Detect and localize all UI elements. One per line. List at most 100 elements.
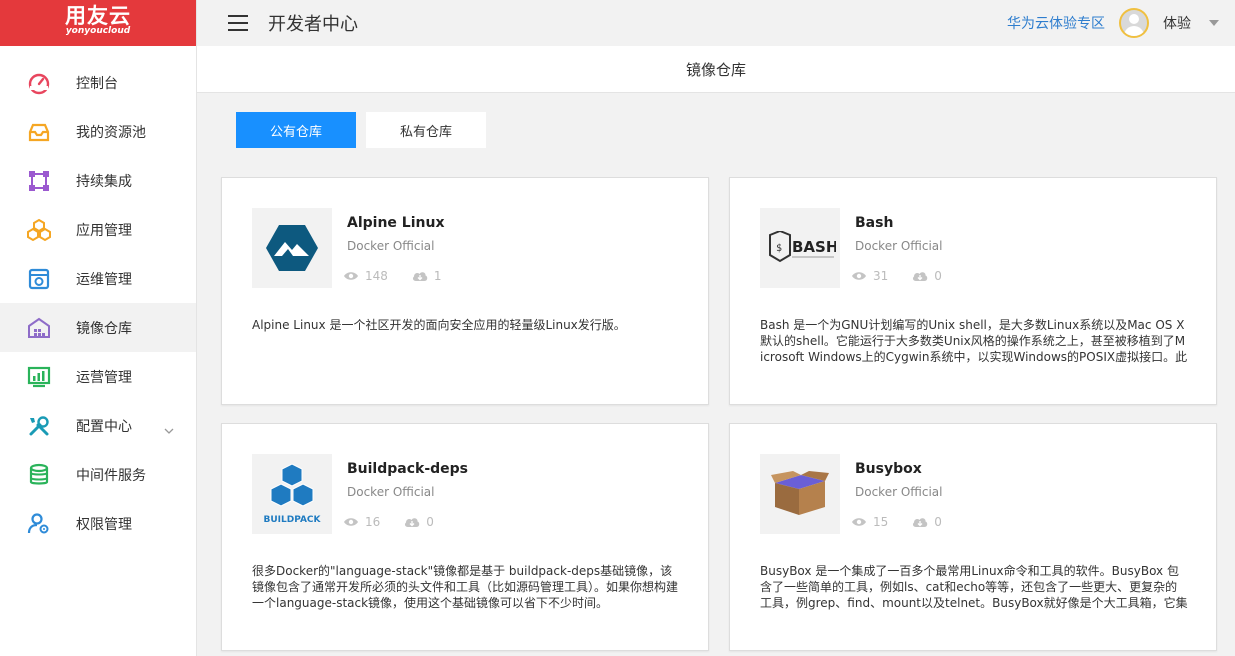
cloud-download-icon (405, 518, 420, 527)
sidebar-item-label: 我的资源池 (76, 124, 146, 141)
pipeline-icon (26, 168, 52, 194)
bash-logo-text: BASH (792, 238, 836, 256)
sidebar-item-console[interactable]: 控制台 (0, 58, 196, 107)
cloud-download-icon (412, 272, 428, 281)
downloads-count: 0 (934, 269, 942, 283)
eye-icon (344, 518, 358, 526)
brand-subname: yonyoucloud (65, 26, 131, 36)
app: 用友云 yonyoucloud 控制台 我的资源池 持续集成 应用管理 运维管理… (0, 0, 1235, 656)
views-stat: 16 (343, 515, 380, 529)
image-name: Buildpack-deps (347, 461, 469, 477)
sidebar-item-ops[interactable]: 运维管理 (0, 254, 196, 303)
views-stat: 148 (343, 269, 388, 283)
buildpack-logo-text: BUILDPACK (263, 515, 321, 525)
image-card-bash[interactable]: $ BASH Bash Docker Official 31 0 Bash 是一… (729, 177, 1217, 405)
views-count: 15 (873, 515, 889, 529)
dashboard-icon (26, 70, 52, 96)
sidebar-item-ci[interactable]: 持续集成 (0, 156, 196, 205)
downloads-stat: 1 (412, 269, 442, 283)
image-stats: 148 1 (343, 269, 466, 283)
page-header: 镜像仓库 (197, 46, 1235, 93)
sidebar-item-label: 运营管理 (76, 369, 132, 386)
eye-icon (344, 272, 358, 280)
image-org: Docker Official (347, 485, 435, 499)
tools-icon (26, 413, 52, 439)
header-right: 华为云体验专区 体验 (1007, 8, 1235, 38)
eye-icon (852, 518, 866, 526)
downloads-count: 0 (934, 515, 942, 529)
page-title: 镜像仓库 (685, 60, 746, 79)
sidebar-item-label: 镜像仓库 (76, 320, 132, 337)
views-stat: 15 (851, 515, 888, 529)
sidebar-item-label: 运维管理 (76, 271, 132, 288)
views-count: 148 (365, 269, 388, 283)
downloads-count: 1 (433, 269, 442, 283)
sidebar-item-label: 应用管理 (76, 222, 132, 239)
image-name: Alpine Linux (347, 215, 445, 231)
busybox-logo (760, 454, 840, 534)
views-stat: 31 (851, 269, 888, 283)
downloads-stat: 0 (912, 269, 942, 283)
downloads-count: 0 (426, 515, 434, 529)
downloads-stat: 0 (912, 515, 942, 529)
brand-logo[interactable]: 用友云 yonyoucloud (0, 0, 196, 46)
sidebar-item-image-repo[interactable]: 镜像仓库 (0, 303, 196, 352)
bash-logo: $ BASH (760, 208, 840, 288)
sidebar-item-label: 持续集成 (76, 173, 132, 190)
sidebar-item-label: 控制台 (76, 75, 118, 92)
image-org: Docker Official (347, 239, 435, 253)
user-name[interactable]: 体验 (1163, 13, 1191, 33)
brand-name: 用友云 (65, 4, 131, 28)
cloud-download-icon (913, 518, 928, 527)
svg-text:$: $ (776, 243, 782, 254)
sidebar-item-operations[interactable]: 运营管理 (0, 352, 196, 401)
sidebar-item-permissions[interactable]: 权限管理 (0, 499, 196, 548)
image-description: BusyBox 是一个集成了一百多个最常用Linux命令和工具的软件。BusyB… (760, 564, 1188, 610)
sidebar-item-label: 中间件服务 (76, 467, 146, 484)
sidebar-nav: 控制台 我的资源池 持续集成 应用管理 运维管理 镜像仓库 运营管理 配置中心 … (0, 58, 196, 548)
sidebar: 用友云 yonyoucloud 控制台 我的资源池 持续集成 应用管理 运维管理… (0, 0, 197, 656)
warehouse-icon (26, 315, 52, 341)
views-count: 31 (873, 269, 889, 283)
inbox-icon (26, 119, 52, 145)
huawei-zone-link[interactable]: 华为云体验专区 (1007, 13, 1105, 33)
image-org: Docker Official (855, 239, 943, 253)
chevron-down-icon[interactable] (164, 419, 174, 438)
image-description: 很多Docker的"language-stack"镜像都是基于 buildpac… (252, 564, 679, 610)
tab-private-repo[interactable]: 私有仓库 (366, 112, 486, 148)
user-settings-icon (26, 511, 52, 537)
database-icon (26, 462, 52, 488)
sidebar-item-label: 权限管理 (76, 516, 132, 533)
image-card-busybox[interactable]: Busybox Docker Official 15 0 BusyBox 是一个… (729, 423, 1217, 651)
image-stats: 16 0 (343, 515, 458, 529)
cloud-download-icon (913, 272, 928, 281)
sidebar-item-config-center[interactable]: 配置中心 (0, 401, 196, 450)
image-name: Busybox (855, 461, 922, 477)
sidebar-item-resource-pool[interactable]: 我的资源池 (0, 107, 196, 156)
image-description: Bash 是一个为GNU计划编写的Unix shell，是大多数Linux系统以… (760, 318, 1188, 364)
image-card-buildpack-deps[interactable]: BUILDPACK Buildpack-deps Docker Official… (221, 423, 709, 651)
downloads-stat: 0 (404, 515, 434, 529)
hamburger-menu-icon[interactable] (228, 15, 248, 31)
top-header: 开发者中心 华为云体验专区 体验 (197, 0, 1235, 46)
sidebar-item-label: 配置中心 (76, 418, 132, 435)
header-title: 开发者中心 (268, 14, 358, 35)
avatar[interactable] (1119, 8, 1149, 38)
repo-tabs: 公有仓库 私有仓库 (236, 112, 496, 148)
sidebar-item-middleware[interactable]: 中间件服务 (0, 450, 196, 499)
eye-icon (852, 272, 866, 280)
image-stats: 31 0 (851, 269, 966, 283)
buildpack-logo: BUILDPACK (252, 454, 332, 534)
image-card-alpine[interactable]: Alpine Linux Docker Official 148 1 Alpin… (221, 177, 709, 405)
tab-public-repo[interactable]: 公有仓库 (236, 112, 356, 148)
views-count: 16 (365, 515, 381, 529)
image-stats: 15 0 (851, 515, 966, 529)
alpine-logo (252, 208, 332, 288)
image-name: Bash (855, 215, 894, 231)
caret-down-icon[interactable] (1209, 20, 1219, 26)
boxes-icon (26, 217, 52, 243)
monitor-chart-icon (26, 364, 52, 390)
sidebar-item-app-management[interactable]: 应用管理 (0, 205, 196, 254)
ops-icon (26, 266, 52, 292)
image-description: Alpine Linux 是一个社区开发的面向安全应用的轻量级Linux发行版。 (252, 318, 626, 332)
